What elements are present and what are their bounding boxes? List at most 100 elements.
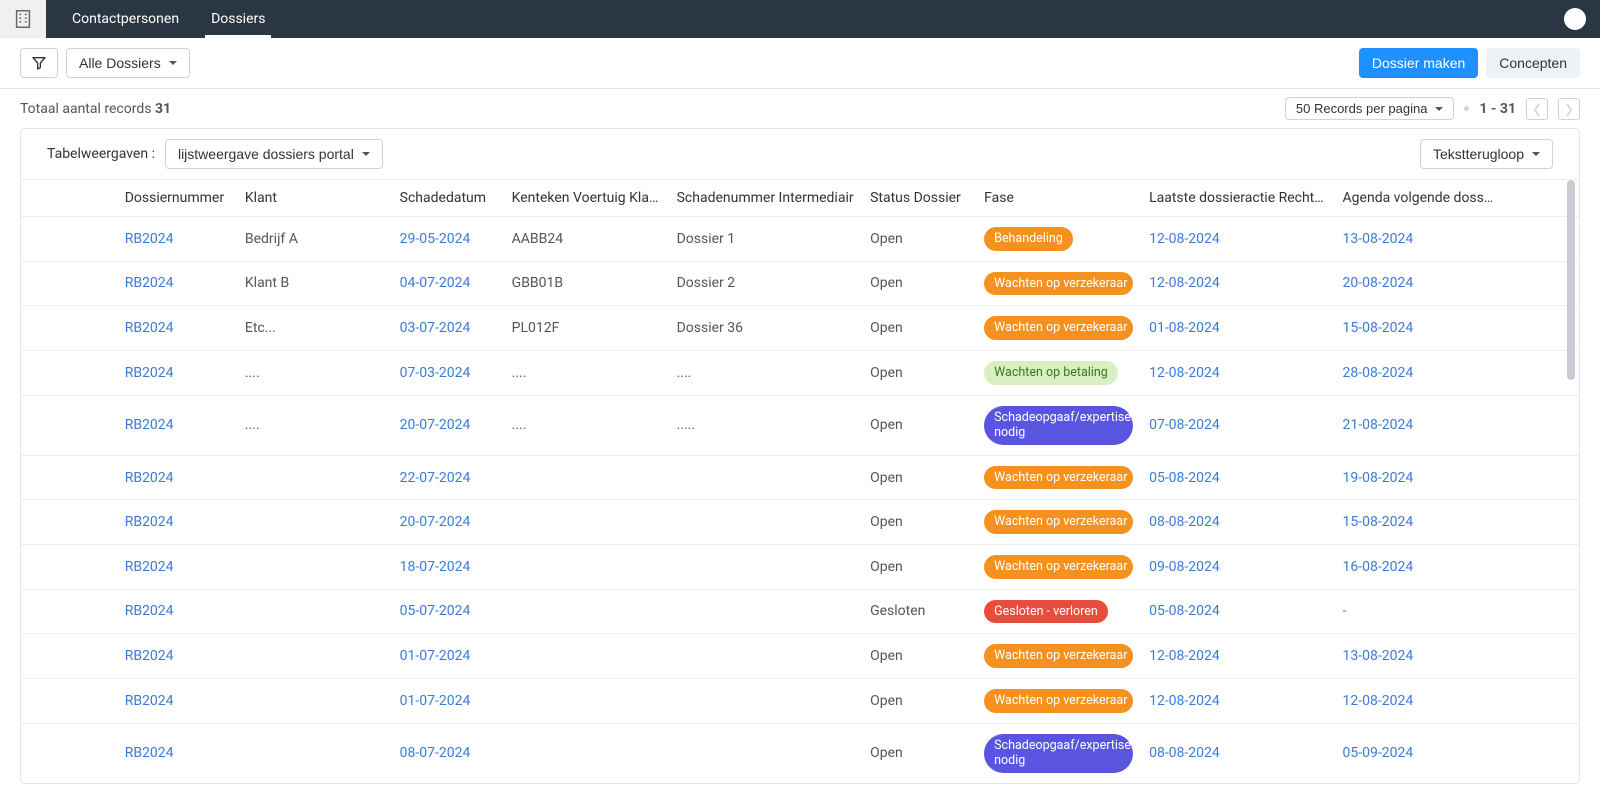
table-row[interactable]: RB202401-07-2024OpenWachten op verzekera… (21, 634, 1579, 679)
app-logo[interactable] (0, 0, 46, 38)
column-header[interactable]: Kenteken Voertuig Klant (504, 180, 669, 217)
cell-fase: Wachten op verzekeraar (976, 500, 1141, 545)
cell-schadedatum-value[interactable]: 05-07-2024 (400, 603, 471, 619)
cell-dossier-value[interactable]: RB2024 (125, 693, 174, 709)
table-row[interactable]: RB202408-07-2024OpenSchadeopgaaf/experti… (21, 723, 1579, 783)
cell-schadedatum-value[interactable]: 22-07-2024 (400, 470, 471, 486)
cell-schadedatum-value[interactable]: 20-07-2024 (400, 514, 471, 530)
cell-agenda-value[interactable]: 13-08-2024 (1343, 231, 1414, 247)
cell-schadedatum-value[interactable]: 04-07-2024 (400, 275, 471, 291)
cell-dossier: RB2024 (117, 678, 237, 723)
phase-pill: Wachten op verzekeraar (984, 644, 1133, 668)
table-toolbar: Tabelweergaven : lijstweergave dossiers … (21, 129, 1579, 180)
cell-agenda-value[interactable]: 13-08-2024 (1343, 648, 1414, 664)
vertical-scrollbar[interactable] (1565, 180, 1577, 783)
column-header[interactable]: Status Dossier (862, 180, 976, 217)
cell-status-value: Open (870, 320, 903, 336)
column-header[interactable]: Schadedatum (392, 180, 504, 217)
nav-tab-dossiers[interactable]: Dossiers (195, 0, 281, 38)
user-avatar[interactable] (1564, 8, 1586, 30)
cell-laatste-value[interactable]: 12-08-2024 (1149, 231, 1220, 247)
cell-laatste-value[interactable]: 09-08-2024 (1149, 559, 1220, 575)
cell-laatste-value[interactable]: 07-08-2024 (1149, 417, 1220, 433)
cell-laatste-value[interactable]: 05-08-2024 (1149, 603, 1220, 619)
cell-dossier-value[interactable]: RB2024 (125, 320, 174, 336)
cell-agenda-value[interactable]: 20-08-2024 (1343, 275, 1414, 291)
column-header[interactable]: Schadenummer Intermediair (669, 180, 862, 217)
cell-laatste-value[interactable]: 12-08-2024 (1149, 693, 1220, 709)
cell-schadedatum-value[interactable]: 01-07-2024 (400, 648, 471, 664)
cell-dossier-value[interactable]: RB2024 (125, 603, 174, 619)
nav-tab-contactpersonen[interactable]: Contactpersonen (56, 0, 195, 38)
cell-status-value: Open (870, 745, 903, 761)
cell-agenda-value[interactable]: 05-09-2024 (1343, 745, 1414, 761)
table-row[interactable]: RB2024Bedrijf A29-05-2024AABB24Dossier 1… (21, 217, 1579, 262)
table-row[interactable]: RB2024Klant B04-07-2024GBB01BDossier 2Op… (21, 261, 1579, 306)
records-per-page-select[interactable]: 50 Records per pagina (1285, 97, 1455, 120)
cell-dossier-value[interactable]: RB2024 (125, 470, 174, 486)
cell-kenteken-value: .... (512, 365, 527, 381)
table-row[interactable]: RB202405-07-2024GeslotenGesloten - verlo… (21, 589, 1579, 634)
cell-schadedatum-value[interactable]: 07-03-2024 (400, 365, 471, 381)
cell-dossier-value[interactable]: RB2024 (125, 745, 174, 761)
text-wrap-select[interactable]: Tekstterugloop (1420, 139, 1553, 169)
table-row[interactable]: RB202418-07-2024OpenWachten op verzekera… (21, 545, 1579, 590)
cell-schadedatum-value[interactable]: 01-07-2024 (400, 693, 471, 709)
table-row[interactable]: RB2024....07-03-2024........OpenWachten … (21, 350, 1579, 395)
cell-laatste-value[interactable]: 08-08-2024 (1149, 745, 1220, 761)
cell-schadedatum-value[interactable]: 18-07-2024 (400, 559, 471, 575)
cell-schadedatum-value[interactable]: 20-07-2024 (400, 417, 471, 433)
column-header[interactable]: Fase (976, 180, 1141, 217)
cell-dossier-value[interactable]: RB2024 (125, 275, 174, 291)
cell-klant: .... (237, 395, 392, 455)
cell-agenda-value[interactable]: 28-08-2024 (1343, 365, 1414, 381)
cell-schadenummer-value: Dossier 2 (677, 275, 736, 291)
column-header[interactable]: Agenda volgende doss… (1335, 180, 1579, 217)
filter-button[interactable] (20, 48, 58, 78)
table-row[interactable]: RB202422-07-2024OpenWachten op verzekera… (21, 455, 1579, 500)
cell-agenda-value[interactable]: 21-08-2024 (1343, 417, 1414, 433)
column-header[interactable]: Klant (237, 180, 392, 217)
phase-pill: Wachten op betaling (984, 361, 1118, 385)
cell-schadedatum-value[interactable]: 08-07-2024 (400, 745, 471, 761)
cell-dossier-value[interactable]: RB2024 (125, 365, 174, 381)
table-row[interactable]: RB202420-07-2024OpenWachten op verzekera… (21, 500, 1579, 545)
cell-agenda-value[interactable]: - (1343, 603, 1347, 619)
cell-dossier-value[interactable]: RB2024 (125, 648, 174, 664)
cell-laatste-value[interactable]: 12-08-2024 (1149, 275, 1220, 291)
cell-agenda-value[interactable]: 15-08-2024 (1343, 514, 1414, 530)
cell-laatste-value[interactable]: 12-08-2024 (1149, 365, 1220, 381)
cell-agenda-value[interactable]: 12-08-2024 (1343, 693, 1414, 709)
cell-dossier-value[interactable]: RB2024 (125, 514, 174, 530)
column-header-label: Kenteken Voertuig Klant (512, 190, 662, 206)
cell-laatste-value[interactable]: 12-08-2024 (1149, 648, 1220, 664)
table-row[interactable]: RB2024Etc...03-07-2024PL012FDossier 36Op… (21, 306, 1579, 351)
cell-dossier-value[interactable]: RB2024 (125, 231, 174, 247)
column-header[interactable]: Laatste dossieractie RechtBij (1141, 180, 1334, 217)
next-page-button[interactable]: ❯ (1558, 98, 1580, 120)
column-header[interactable]: Dossiernummer (117, 180, 237, 217)
table-row[interactable]: RB2024....20-07-2024.........OpenSchadeo… (21, 395, 1579, 455)
cell-dossier-value[interactable]: RB2024 (125, 559, 174, 575)
prev-page-button[interactable]: ❮ (1526, 98, 1548, 120)
cell-agenda-value[interactable]: 16-08-2024 (1343, 559, 1414, 575)
table-row[interactable]: RB202401-07-2024OpenWachten op verzekera… (21, 678, 1579, 723)
cell-agenda-value[interactable]: 15-08-2024 (1343, 320, 1414, 336)
cell-laatste-value[interactable]: 08-08-2024 (1149, 514, 1220, 530)
table-view-select[interactable]: lijstweergave dossiers portal (165, 139, 383, 169)
create-dossier-button[interactable]: Dossier maken (1359, 48, 1478, 78)
cell-schadedatum: 18-07-2024 (392, 545, 504, 590)
concepts-button[interactable]: Concepten (1486, 48, 1580, 78)
row-spacer (21, 545, 117, 590)
column-header-label: Laatste dossieractie RechtBij (1149, 190, 1330, 206)
cell-schadedatum-value[interactable]: 03-07-2024 (400, 320, 471, 336)
scrollbar-thumb[interactable] (1567, 180, 1575, 380)
view-select[interactable]: Alle Dossiers (66, 48, 190, 78)
cell-laatste: 09-08-2024 (1141, 545, 1334, 590)
cell-agenda-value[interactable]: 19-08-2024 (1343, 470, 1414, 486)
cell-dossier: RB2024 (117, 634, 237, 679)
cell-schadedatum-value[interactable]: 29-05-2024 (400, 231, 471, 247)
cell-laatste-value[interactable]: 05-08-2024 (1149, 470, 1220, 486)
cell-dossier-value[interactable]: RB2024 (125, 417, 174, 433)
cell-laatste-value[interactable]: 01-08-2024 (1149, 320, 1220, 336)
